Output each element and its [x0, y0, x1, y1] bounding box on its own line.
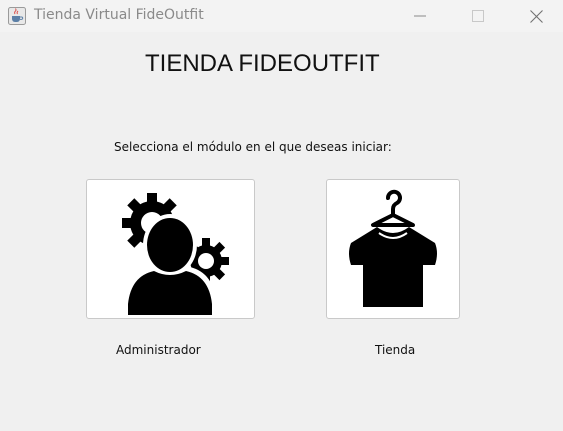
- admin-module-label: Administrador: [116, 343, 201, 357]
- app-window: Tienda Virtual FideOutfit TIENDA FIDEOUT…: [0, 0, 563, 431]
- page-title: TIENDA FIDEOUTFIT: [145, 50, 380, 77]
- close-button[interactable]: [507, 0, 563, 32]
- admin-module-button[interactable]: [86, 179, 255, 319]
- title-bar[interactable]: Tienda Virtual FideOutfit: [0, 0, 563, 32]
- minimize-icon: [414, 15, 426, 17]
- maximize-icon: [472, 10, 484, 22]
- java-cup-icon: [8, 7, 26, 25]
- admin-user-gears-icon: [107, 183, 234, 315]
- shop-module-button[interactable]: [326, 179, 460, 319]
- maximize-button[interactable]: [449, 0, 507, 32]
- module-prompt: Selecciona el módulo en el que deseas in…: [114, 140, 392, 154]
- tshirt-hanger-icon: [343, 187, 443, 311]
- window-title: Tienda Virtual FideOutfit: [34, 7, 204, 23]
- close-icon: [529, 9, 543, 23]
- minimize-button[interactable]: [391, 0, 449, 32]
- shop-module-label: Tienda: [375, 343, 416, 357]
